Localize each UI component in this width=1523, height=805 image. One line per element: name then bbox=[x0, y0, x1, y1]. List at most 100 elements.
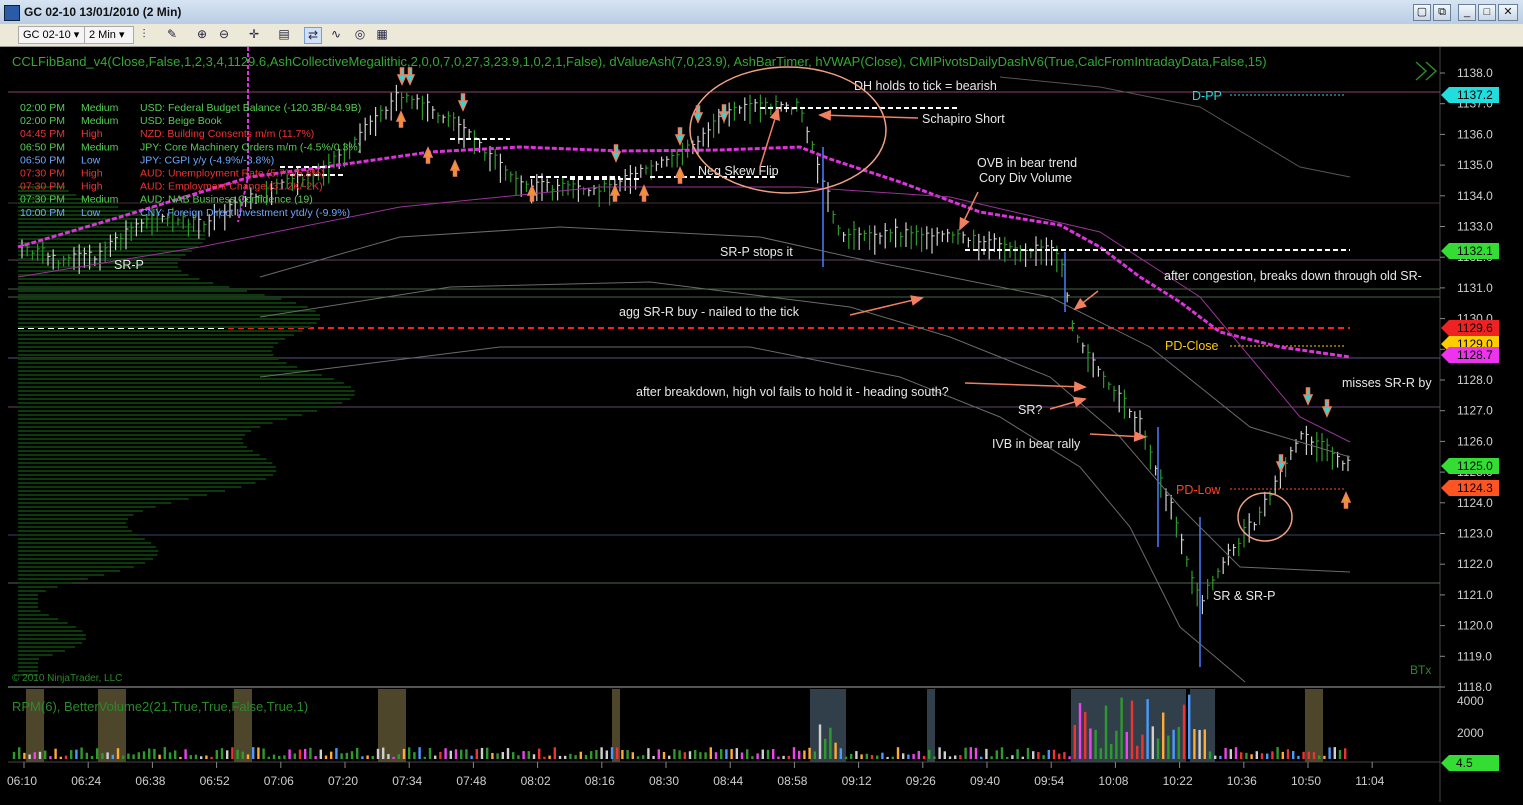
instrument-select[interactable]: GC 02-10 ▾ bbox=[18, 26, 86, 44]
price-tick-label: 1126.0 bbox=[1457, 434, 1493, 448]
time-tick-label: 08:44 bbox=[713, 774, 743, 788]
news-impact: High bbox=[81, 168, 103, 180]
time-tick-label: 09:54 bbox=[1034, 774, 1064, 788]
price-tick-label: 1138.0 bbox=[1457, 66, 1493, 80]
time-tick-label: 10:08 bbox=[1098, 774, 1128, 788]
label-pd-close: PD-Close bbox=[1165, 339, 1219, 353]
annotation-misses: misses SR-R by bbox=[1342, 376, 1432, 390]
label-dpp: D-PP bbox=[1192, 89, 1222, 103]
time-tick-label: 11:04 bbox=[1355, 774, 1384, 788]
price-marker-label: 1132.1 bbox=[1457, 244, 1493, 258]
close-button[interactable]: ✕ bbox=[1498, 4, 1518, 21]
label-pd-low: PD-Low bbox=[1176, 483, 1221, 497]
time-tick-label: 06:38 bbox=[135, 774, 165, 788]
annotation-srp-left: SR-P bbox=[114, 258, 144, 272]
volume-tick-label: 2000 bbox=[1457, 726, 1484, 740]
window-titlebar: GC 02-10 13/01/2010 (2 Min) ▢ ⧉ _ □ ✕ bbox=[0, 0, 1523, 25]
chart-toolbar: GC 02-10 ▾ 2 Min ▾ ⫶ ✎ ⊕ ⊖ ✛ ▤ ⇄ ∿ ◎ ▦ bbox=[0, 24, 1523, 47]
price-chart[interactable]: CCLFibBand_v4(Close,False,1,2,3,4,1129.6… bbox=[0, 47, 1523, 802]
time-tick-label: 07:34 bbox=[392, 774, 422, 788]
annotation-ovb: OVB in bear trend bbox=[977, 156, 1077, 170]
price-marker-label: 1125.0 bbox=[1457, 459, 1493, 473]
time-tick-label: 10:22 bbox=[1163, 774, 1193, 788]
news-time: 02:00 PM bbox=[20, 102, 65, 114]
bar-type-icon[interactable]: ⫶ bbox=[136, 27, 152, 42]
news-text: JPY: Core Machinery Orders m/m (-4.5%/0.… bbox=[140, 141, 361, 153]
news-time: 04:45 PM bbox=[20, 128, 65, 140]
news-impact: Medium bbox=[81, 102, 119, 114]
annotation-sr-srp: SR & SR-P bbox=[1213, 589, 1276, 603]
price-tick-label: 1123.0 bbox=[1457, 527, 1493, 541]
annotation-after-breakdown: after breakdown, high vol fails to hold … bbox=[636, 385, 949, 399]
news-impact: Low bbox=[81, 207, 101, 219]
time-tick-label: 09:12 bbox=[842, 774, 872, 788]
instrument-value: GC 02-10 bbox=[23, 29, 71, 41]
maximize-button[interactable]: □ bbox=[1478, 4, 1496, 21]
price-marker-label: 1128.7 bbox=[1457, 348, 1493, 362]
annotation-cory: Cory Div Volume bbox=[979, 171, 1072, 185]
time-tick-label: 09:26 bbox=[906, 774, 936, 788]
clone-window-icon[interactable]: ⧉ bbox=[1433, 4, 1451, 21]
news-time: 07:30 PM bbox=[20, 181, 65, 193]
news-text: AUD: NAB Business Confidence (19) bbox=[140, 194, 313, 206]
price-marker-label: 1124.3 bbox=[1457, 481, 1493, 495]
price-tick-label: 1124.0 bbox=[1457, 496, 1493, 510]
price-tick-label: 1120.0 bbox=[1457, 619, 1493, 633]
price-tick-label: 1134.0 bbox=[1457, 189, 1493, 203]
news-text: AUD: Employment Change (31.2K/-2K) bbox=[140, 181, 323, 193]
time-tick-label: 06:10 bbox=[7, 774, 37, 788]
time-tick-label: 08:58 bbox=[777, 774, 807, 788]
volume-zone bbox=[1305, 689, 1323, 762]
news-time: 07:30 PM bbox=[20, 168, 65, 180]
data-box-icon[interactable]: ▦ bbox=[374, 27, 390, 42]
settings-icon[interactable]: ◎ bbox=[352, 27, 368, 42]
news-time: 06:50 PM bbox=[20, 141, 65, 153]
crosshair-icon[interactable]: ✛ bbox=[246, 27, 262, 42]
window-title: GC 02-10 13/01/2010 (2 Min) bbox=[24, 5, 182, 19]
annotation-sr-q: SR? bbox=[1018, 403, 1042, 417]
news-text: NZD: Building Consents m/m (11.7%) bbox=[140, 128, 314, 140]
draw-pencil-icon[interactable]: ✎ bbox=[164, 27, 180, 42]
zoom-out-icon[interactable]: ⊖ bbox=[216, 27, 232, 42]
news-time: 10:00 PM bbox=[20, 207, 65, 219]
news-impact: Low bbox=[81, 154, 101, 166]
time-tick-label: 07:20 bbox=[328, 774, 358, 788]
interval-value: 2 Min bbox=[89, 29, 116, 41]
news-impact: High bbox=[81, 181, 103, 193]
minimize-button[interactable]: _ bbox=[1458, 4, 1476, 21]
app-icon bbox=[4, 5, 20, 21]
volume-tick-label: 4000 bbox=[1457, 694, 1484, 708]
time-tick-label: 08:30 bbox=[649, 774, 679, 788]
annotation-dh-holds: DH holds to tick = bearish bbox=[854, 79, 997, 93]
news-text: USD: Federal Budget Balance (-120.3B/-84… bbox=[140, 102, 361, 114]
time-tick-label: 06:52 bbox=[200, 774, 230, 788]
price-tick-label: 1128.0 bbox=[1457, 373, 1493, 387]
annotation-after-congestion: after congestion, breaks down through ol… bbox=[1164, 269, 1422, 283]
strategy-icon[interactable]: ⇄ bbox=[304, 27, 322, 44]
indicators-icon[interactable]: ∿ bbox=[328, 27, 344, 42]
volume-indicator-label: RPM(6), BetterVolume2(21,True,True,False… bbox=[12, 699, 308, 714]
news-impact: High bbox=[81, 128, 103, 140]
restore-chart-icon[interactable]: ▢ bbox=[1413, 4, 1431, 21]
chart-area[interactable]: CCLFibBand_v4(Close,False,1,2,3,4,1129.6… bbox=[0, 47, 1523, 802]
time-tick-label: 08:16 bbox=[585, 774, 615, 788]
price-tick-label: 1119.0 bbox=[1457, 649, 1492, 663]
zoom-in-icon[interactable]: ⊕ bbox=[194, 27, 210, 42]
price-tick-label: 1121.0 bbox=[1457, 588, 1493, 602]
annotation-srp-stops: SR-P stops it bbox=[720, 245, 793, 259]
btx-label: BTx bbox=[1410, 663, 1431, 677]
time-tick-label: 10:50 bbox=[1291, 774, 1321, 788]
price-tick-label: 1136.0 bbox=[1457, 127, 1493, 141]
news-time: 06:50 PM bbox=[20, 154, 65, 166]
time-tick-label: 10:36 bbox=[1227, 774, 1257, 788]
price-tick-label: 1122.0 bbox=[1457, 557, 1493, 571]
news-text: USD: Beige Book bbox=[140, 115, 222, 127]
time-tick-label: 09:40 bbox=[970, 774, 1000, 788]
interval-select[interactable]: 2 Min ▾ bbox=[84, 26, 134, 44]
price-tick-label: 1118.0 bbox=[1457, 680, 1492, 694]
properties-icon[interactable]: ▤ bbox=[276, 27, 292, 42]
price-tick-label: 1127.0 bbox=[1457, 404, 1493, 418]
annotation-schapiro: Schapiro Short bbox=[922, 112, 1005, 126]
time-tick-label: 06:24 bbox=[71, 774, 101, 788]
price-tick-label: 1135.0 bbox=[1457, 158, 1493, 172]
